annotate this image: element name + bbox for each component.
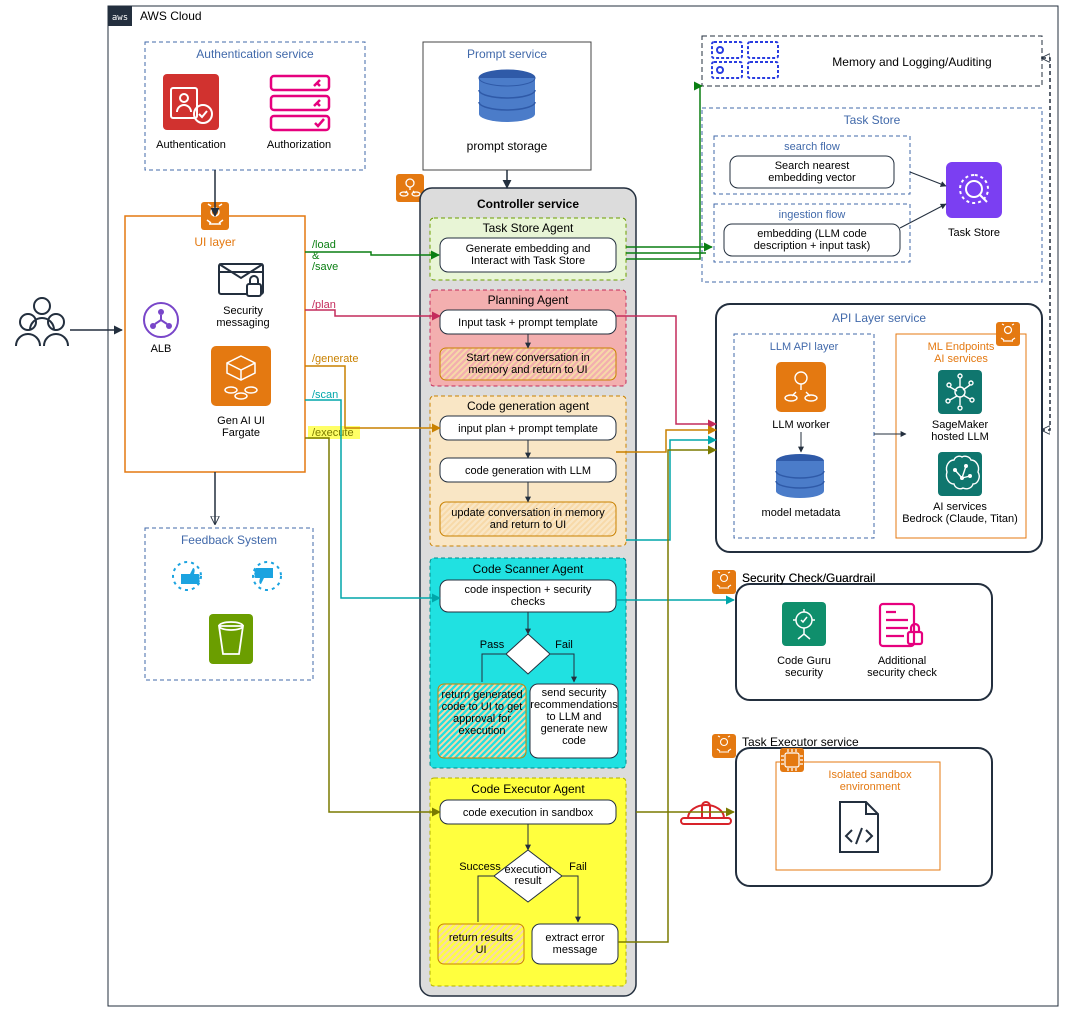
ingestion-flow-step: embedding (LLM codedescription + input t…	[754, 228, 870, 252]
api-layer-service: API Layer service LLM API layer LLM work…	[716, 304, 1042, 552]
endpoint-execute: /execute	[312, 427, 354, 439]
llm-api-layer: LLM API layer LLM worker model metadata	[734, 334, 874, 538]
svg-text:aws: aws	[112, 13, 128, 23]
security-messaging-label: Securitymessaging	[216, 305, 269, 329]
memory-label: Memory and Logging/Auditing	[832, 55, 991, 69]
endpoint-scan: /scan	[312, 389, 338, 401]
executor-step: code execution in sandbox	[463, 807, 594, 819]
sagemaker-label: SageMakerhosted LLM	[931, 419, 988, 443]
plan-step1: Input task + prompt template	[458, 317, 598, 329]
auth-title: Authentication service	[196, 47, 314, 61]
aws-cloud-label: AWS Cloud	[140, 9, 202, 23]
additional-security-label: Additionalsecurity check	[867, 655, 937, 679]
codegen-step1: input plan + prompt template	[458, 423, 598, 435]
controller-service: Controller service Task Store Agent Gene…	[396, 174, 636, 996]
architecture-diagram: aws AWS Cloud Authentication service Aut…	[0, 0, 1070, 1015]
llm-worker-label: LLM worker	[772, 419, 830, 431]
users-icon	[16, 298, 68, 346]
plan-step2: Start new conversation inmemory and retu…	[466, 352, 590, 376]
database-icon	[479, 70, 535, 122]
controller-title: Controller service	[477, 197, 579, 211]
authorization-label: Authorization	[267, 139, 331, 151]
ml-endpoints-title: ML EndpointsAI services	[928, 341, 995, 365]
llm-layer-title: LLM API layer	[770, 341, 839, 353]
planning-agent: Planning Agent Input task + prompt templ…	[430, 290, 626, 386]
prompt-title: Prompt service	[467, 47, 547, 61]
authentication-label: Authentication	[156, 139, 226, 151]
additional-security-icon	[880, 604, 922, 646]
alb-icon	[144, 303, 178, 337]
plan-title: Planning Agent	[488, 293, 569, 307]
ui-layer-title: UI layer	[194, 235, 235, 249]
bedrock-label: AI servicesBedrock (Claude, Titan)	[902, 501, 1018, 525]
task-store-agent: Task Store Agent Generate embedding andI…	[430, 218, 626, 280]
prompt-storage-label: prompt storage	[467, 139, 548, 153]
executor-fail-label: Fail	[569, 861, 587, 873]
tsa-step: Generate embedding andInteract with Task…	[466, 243, 591, 267]
security-check-guardrail: Security Check/Guardrail Security Check/…	[712, 570, 992, 700]
executor-title: Code Executor Agent	[471, 782, 585, 796]
authorization-icon	[271, 76, 329, 130]
security-messaging-icon	[219, 264, 263, 296]
thumbs-down-icon	[253, 562, 281, 590]
task-executor-service: Task Executor service Isolated sandboxen…	[681, 734, 992, 886]
ml-endpoints: ML EndpointsAI services SageMakerhosted …	[896, 322, 1026, 538]
code-scanner-agent: Code Scanner Agent code inspection + sec…	[430, 558, 626, 768]
endpoint-labels: /load&/save /plan /generate /scan /execu…	[308, 239, 360, 439]
task-store: Task Store search flow Search nearestemb…	[702, 108, 1042, 282]
prompt-service: Prompt service prompt storage	[423, 42, 591, 170]
executor-success-label: Success	[459, 861, 501, 873]
hardhat-icon	[681, 802, 731, 824]
code-generation-agent: Code generation agent input plan + promp…	[430, 396, 626, 546]
endpoint-generate: /generate	[312, 353, 358, 365]
memory-logging: Memory and Logging/Auditing	[702, 36, 1042, 86]
fargate-label: Gen AI UIFargate	[217, 415, 265, 439]
code-file-icon	[840, 802, 878, 852]
scanner-title: Code Scanner Agent	[473, 562, 584, 576]
task-executor-title: Task Executor service	[742, 735, 859, 749]
api-title: API Layer service	[832, 311, 926, 325]
taskstore-title: Task Store	[844, 113, 901, 127]
tsa-title: Task Store Agent	[483, 221, 574, 235]
thumbs-up-icon	[173, 562, 201, 590]
storage-icon	[712, 42, 778, 78]
scanner-pass-label: Pass	[480, 639, 505, 651]
search-flow-step: Search nearestembedding vector	[768, 160, 856, 184]
sandbox-label: Isolated sandboxenvironment	[828, 769, 912, 793]
executor-fail-box: extract errormessage	[545, 932, 605, 956]
search-flow-title: search flow	[784, 141, 840, 153]
ui-layer: UI layer ALB Securitymessaging Gen AI UI…	[125, 202, 305, 472]
ingestion-flow-title: ingestion flow	[779, 209, 846, 221]
scanner-fail-label: Fail	[555, 639, 573, 651]
codeguru-icon	[782, 602, 826, 646]
code-executor-agent: Code Executor Agent code execution in sa…	[430, 778, 626, 986]
endpoint-load: /load&/save	[312, 239, 338, 273]
feedback-title: Feedback System	[181, 533, 277, 547]
sagemaker-icon	[938, 370, 982, 414]
alb-label: ALB	[151, 343, 172, 355]
codegen-title: Code generation agent	[467, 399, 590, 413]
codegen-step2: code generation with LLM	[465, 465, 591, 477]
task-store-db-icon	[946, 162, 1002, 218]
svg-text:Security Check/Guardrail: Security Check/Guardrail	[742, 571, 875, 585]
feedback-system: Feedback System	[145, 528, 313, 680]
codeguru-label: Code Gurusecurity	[777, 655, 831, 679]
authentication-service: Authentication service Authentication Au…	[145, 42, 365, 170]
endpoint-plan: /plan	[312, 299, 336, 311]
model-metadata-icon	[776, 454, 824, 498]
task-store-icon-label: Task Store	[948, 227, 1000, 239]
model-metadata-label: model metadata	[762, 507, 842, 519]
